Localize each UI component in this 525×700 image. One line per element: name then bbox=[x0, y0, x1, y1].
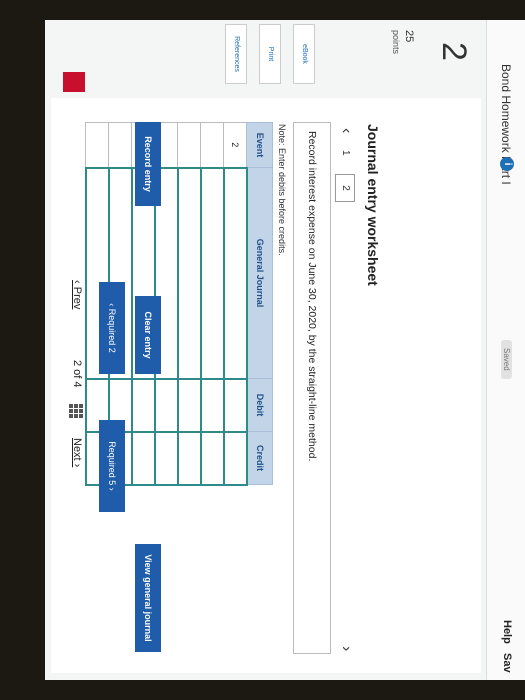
required-prev-button[interactable]: ‹ Required 2 bbox=[99, 282, 125, 374]
saved-status: Saved bbox=[501, 340, 512, 379]
debit-header: Debit bbox=[247, 378, 273, 432]
table-row bbox=[178, 122, 201, 485]
debit-input[interactable] bbox=[178, 378, 201, 432]
note-text: Note: Enter debits before credits. bbox=[277, 124, 287, 256]
question-number: 2 bbox=[435, 42, 473, 61]
table-row bbox=[201, 122, 224, 485]
page-indicator: 2 of 4 bbox=[71, 360, 83, 388]
credit-input[interactable] bbox=[155, 431, 178, 485]
clear-entry-button[interactable]: Clear entry bbox=[135, 296, 161, 374]
required-next-button[interactable]: Required 5 › bbox=[99, 420, 125, 512]
event-header: Event bbox=[247, 122, 273, 168]
table-row: 2 bbox=[224, 122, 247, 485]
print-button[interactable]: Print bbox=[259, 24, 281, 84]
mcgraw-hill-logo bbox=[63, 72, 85, 92]
general-journal-header: General Journal bbox=[247, 167, 273, 379]
event-cell: 2 bbox=[224, 122, 247, 168]
screen: Bond Homework Part I i Saved Help Sav 2 … bbox=[45, 20, 525, 680]
required-prev-label: Required 2 bbox=[107, 308, 117, 353]
debit-input[interactable] bbox=[155, 378, 178, 432]
event-cell bbox=[109, 122, 132, 168]
instruction-text: Record interest expense on June 30, 2020… bbox=[306, 131, 318, 462]
debit-input[interactable] bbox=[201, 378, 224, 432]
top-bar: Bond Homework Part I i Saved Help Sav bbox=[486, 20, 525, 680]
prev-label: Prev bbox=[71, 286, 83, 310]
next-link[interactable]: Next › bbox=[71, 438, 83, 467]
event-cell bbox=[86, 122, 109, 168]
help-link[interactable]: Help bbox=[501, 620, 513, 644]
account-input[interactable] bbox=[178, 167, 201, 379]
account-input[interactable] bbox=[224, 167, 247, 379]
required-next-label: Required 5 bbox=[107, 441, 117, 486]
next-label: Next bbox=[71, 438, 83, 461]
chevron-right-icon[interactable]: › bbox=[337, 646, 355, 651]
debit-input[interactable] bbox=[224, 378, 247, 432]
credit-header: Credit bbox=[247, 431, 273, 485]
points-value: 25 bbox=[403, 30, 415, 43]
references-button[interactable]: References bbox=[225, 24, 247, 84]
question-panel: Journal entry worksheet ‹ 1 2 › Record i… bbox=[51, 98, 481, 673]
account-input[interactable] bbox=[201, 167, 224, 379]
ebook-button[interactable]: eBook bbox=[293, 24, 315, 84]
prev-link[interactable]: ‹ Prev bbox=[71, 280, 83, 309]
instruction-box: Record interest expense on June 30, 2020… bbox=[293, 122, 331, 654]
info-icon[interactable]: i bbox=[500, 157, 514, 171]
points-label: points bbox=[391, 30, 401, 55]
save-link[interactable]: Sav bbox=[501, 653, 513, 673]
chevron-left-icon[interactable]: ‹ bbox=[337, 128, 355, 133]
record-entry-button[interactable]: Record entry bbox=[135, 122, 161, 206]
bottom-navigation: ‹ Prev 2 of 4 Next › bbox=[63, 98, 87, 673]
step-2-tab[interactable]: 2 bbox=[335, 174, 355, 202]
event-cell bbox=[201, 122, 224, 168]
step-1-tab[interactable]: 1 bbox=[340, 150, 351, 156]
event-cell bbox=[178, 122, 201, 168]
credit-input[interactable] bbox=[178, 431, 201, 485]
worksheet-title: Journal entry worksheet bbox=[365, 124, 381, 286]
credit-input[interactable] bbox=[224, 431, 247, 485]
debit-input[interactable] bbox=[132, 378, 155, 432]
credit-input[interactable] bbox=[201, 431, 224, 485]
credit-input[interactable] bbox=[132, 431, 155, 485]
grid-icon[interactable] bbox=[69, 404, 83, 418]
view-general-journal-button[interactable]: View general journal bbox=[135, 544, 161, 652]
question-sidebar: 2 25 points eBook Print References bbox=[45, 20, 487, 90]
